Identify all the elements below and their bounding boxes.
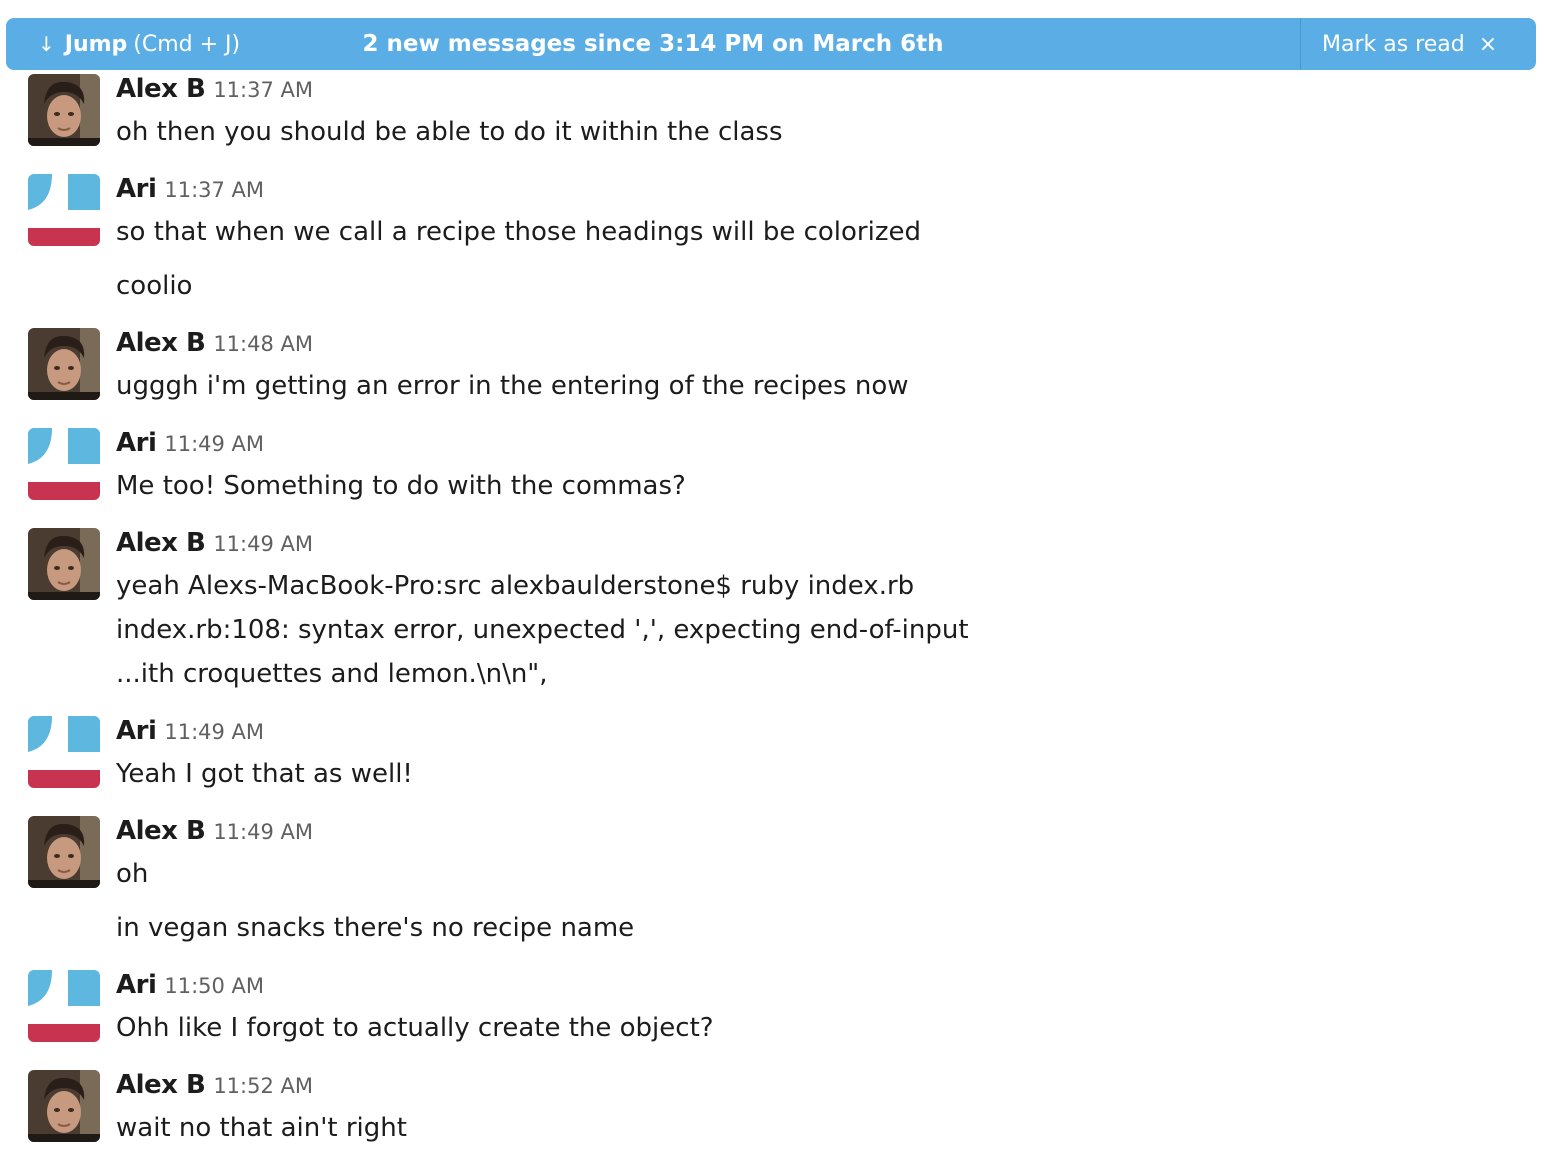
avatar[interactable] — [28, 528, 100, 600]
timestamp[interactable]: 11:49 AM — [213, 820, 313, 844]
avatar[interactable] — [28, 174, 100, 246]
timestamp[interactable]: 11:50 AM — [164, 974, 264, 998]
banner-divider — [1300, 18, 1301, 70]
avatar[interactable] — [28, 74, 100, 146]
author-name[interactable]: Ari — [116, 970, 157, 1000]
message-text: ugggh i'm getting an error in the enteri… — [116, 371, 909, 401]
user-photo-icon — [28, 816, 100, 888]
identicon-icon — [28, 174, 100, 246]
message-text: oh — [116, 859, 149, 889]
timestamp[interactable]: 11:37 AM — [213, 78, 313, 102]
author-name[interactable]: Ari — [116, 716, 157, 746]
message-text: oh then you should be able to do it with… — [116, 117, 783, 147]
mark-as-read-button[interactable]: Mark as read × — [1322, 18, 1497, 70]
close-icon[interactable]: × — [1479, 32, 1497, 57]
identicon-icon — [28, 970, 100, 1042]
message-text: in vegan snacks there's no recipe name — [116, 913, 635, 943]
author-name[interactable]: Ari — [116, 174, 157, 204]
avatar[interactable] — [28, 328, 100, 400]
message-text: wait no that ain't right — [116, 1113, 407, 1143]
message-header: Alex B 11:37 AM — [116, 74, 313, 104]
message-text: yeah Alexs-MacBook-Pro:src alexbaulderst… — [116, 571, 915, 601]
user-photo-icon — [28, 74, 100, 146]
message-text: ...ith croquettes and lemon.\n\n", — [116, 659, 548, 689]
user-photo-icon — [28, 1070, 100, 1142]
avatar[interactable] — [28, 428, 100, 500]
user-photo-icon — [28, 328, 100, 400]
avatar[interactable] — [28, 816, 100, 888]
new-messages-banner: ↓ Jump (Cmd + J) 2 new messages since 3:… — [6, 18, 1536, 70]
author-name[interactable]: Alex B — [116, 528, 206, 558]
message-header: Ari 11:49 AM — [116, 428, 264, 458]
message-header: Alex B 11:52 AM — [116, 1070, 313, 1100]
message-header: Alex B 11:49 AM — [116, 528, 313, 558]
avatar[interactable] — [28, 970, 100, 1042]
timestamp[interactable]: 11:49 AM — [164, 720, 264, 744]
author-name[interactable]: Alex B — [116, 74, 206, 104]
timestamp[interactable]: 11:37 AM — [164, 178, 264, 202]
timestamp[interactable]: 11:49 AM — [213, 532, 313, 556]
timestamp[interactable]: 11:49 AM — [164, 432, 264, 456]
identicon-icon — [28, 428, 100, 500]
message-text: Yeah I got that as well! — [116, 759, 413, 789]
message-text: coolio — [116, 271, 193, 301]
identicon-icon — [28, 716, 100, 788]
new-messages-text: 2 new messages since 3:14 PM on March 6t… — [362, 31, 944, 57]
mark-as-read-label: Mark as read — [1322, 31, 1465, 57]
author-name[interactable]: Alex B — [116, 816, 206, 846]
author-name[interactable]: Ari — [116, 428, 157, 458]
avatar[interactable] — [28, 1070, 100, 1142]
author-name[interactable]: Alex B — [116, 1070, 206, 1100]
timestamp[interactable]: 11:48 AM — [213, 332, 313, 356]
message-header: Ari 11:49 AM — [116, 716, 264, 746]
message-text: index.rb:108: syntax error, unexpected '… — [116, 615, 969, 645]
author-name[interactable]: Alex B — [116, 328, 206, 358]
message-header: Ari 11:37 AM — [116, 174, 264, 204]
message-text: Ohh like I forgot to actually create the… — [116, 1013, 714, 1043]
message-header: Alex B 11:48 AM — [116, 328, 313, 358]
message-header: Ari 11:50 AM — [116, 970, 264, 1000]
user-photo-icon — [28, 528, 100, 600]
avatar[interactable] — [28, 716, 100, 788]
message-text: so that when we call a recipe those head… — [116, 217, 921, 247]
timestamp[interactable]: 11:52 AM — [213, 1074, 313, 1098]
message-text: Me too! Something to do with the commas? — [116, 471, 686, 501]
message-header: Alex B 11:49 AM — [116, 816, 313, 846]
